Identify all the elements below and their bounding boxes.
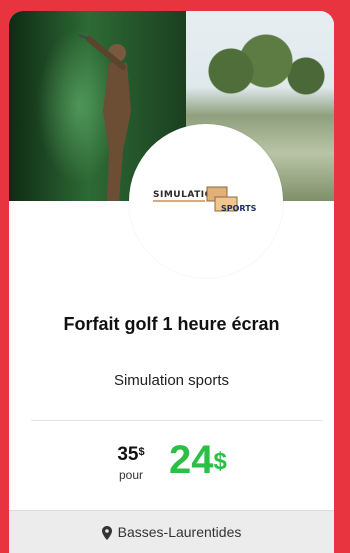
divider <box>31 420 323 421</box>
offer-title: Forfait golf 1 heure écran <box>63 314 280 334</box>
original-price-value: 35 <box>117 444 139 465</box>
original-price-currency: $ <box>138 446 145 458</box>
vendor-name[interactable]: Simulation sports <box>9 372 334 389</box>
golfer-figure <box>79 34 131 201</box>
deal-price: 24$ <box>169 439 227 481</box>
trees-scene <box>206 31 326 101</box>
deal-price-currency: $ <box>213 448 227 475</box>
map-pin-icon <box>101 526 112 541</box>
region-footer: Basses-Laurentides <box>9 510 334 553</box>
price-row: 35$ pour 24$ <box>9 439 334 489</box>
vendor-logo-badge: SIMULATION SPORTS <box>129 124 283 278</box>
deal-card[interactable]: SIMULATION SPORTS Forfait golf 1 heure é… <box>9 11 334 553</box>
svg-text:SPORTS: SPORTS <box>221 204 257 213</box>
pour-label: pour <box>118 468 144 482</box>
original-price: 35$ <box>106 445 156 464</box>
region-label-wrap: Basses-Laurentides <box>9 524 334 541</box>
simulation-sports-logo: SIMULATION SPORTS <box>153 186 257 213</box>
region-label: Basses-Laurentides <box>117 524 242 540</box>
deal-price-value: 24 <box>169 438 214 482</box>
